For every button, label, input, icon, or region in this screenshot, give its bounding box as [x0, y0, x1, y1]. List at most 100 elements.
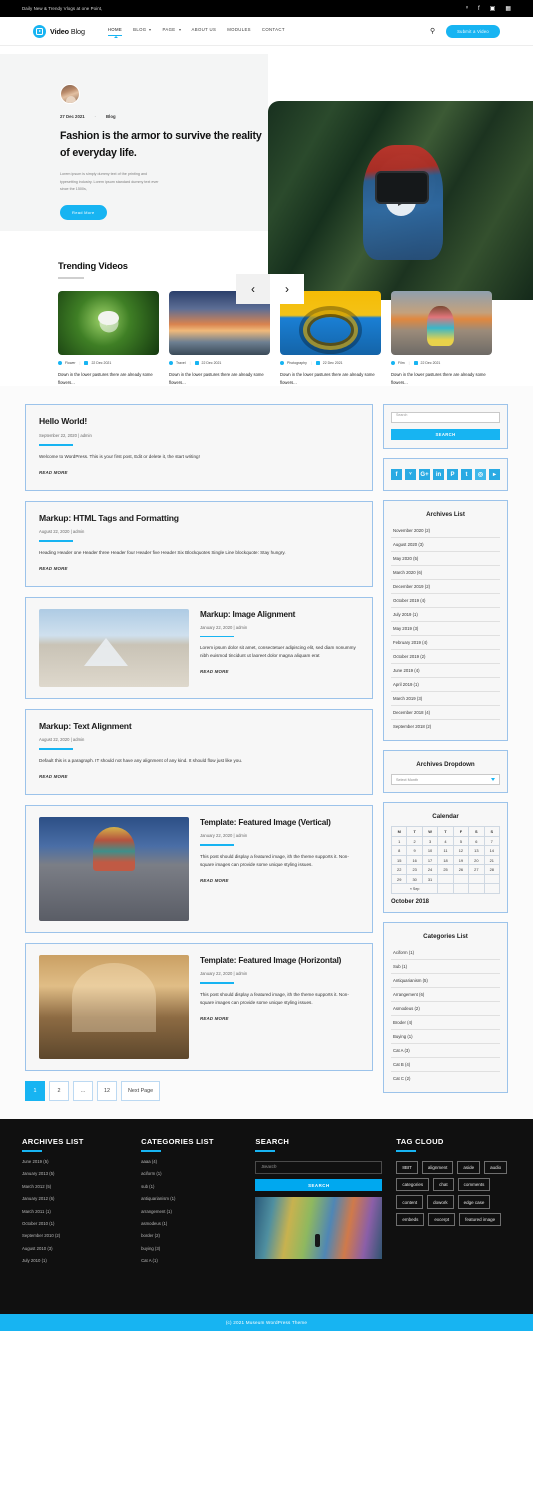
- footer-archive-item[interactable]: January 2013 (5): [22, 1171, 127, 1176]
- trending-video-card[interactable]: Flower | 22 Dec 2021 Down in the lower p…: [58, 290, 159, 387]
- calendar-day[interactable]: 26: [452, 864, 470, 875]
- hero-read-more-button[interactable]: Read More: [60, 204, 107, 220]
- calendar-day[interactable]: 30: [406, 873, 423, 885]
- sidebar-search-button[interactable]: SEARCH: [391, 429, 500, 441]
- category-item[interactable]: Sub (1): [391, 960, 500, 974]
- category-item[interactable]: Cat A (3): [391, 1044, 500, 1058]
- instagram-icon[interactable]: ▣: [490, 6, 496, 12]
- calendar-day[interactable]: 19: [452, 854, 470, 866]
- post-card[interactable]: Hello World! September 22, 2020 | admin …: [25, 404, 373, 491]
- category-item[interactable]: Aciform (1): [391, 946, 500, 960]
- archive-item[interactable]: April 2019 (1): [391, 678, 500, 693]
- tag-item[interactable]: dowork: [427, 1195, 454, 1209]
- linkedin-icon[interactable]: in: [433, 469, 444, 481]
- facebook-icon[interactable]: f: [391, 469, 402, 481]
- page-ellipsis[interactable]: ...: [73, 1080, 93, 1101]
- footer-archive-item[interactable]: January 2012 (6): [22, 1196, 127, 1201]
- calendar-prev-month-link[interactable]: « Sep: [390, 883, 439, 894]
- category-item[interactable]: Antiquarianism (5): [391, 974, 500, 988]
- archive-item[interactable]: February 2019 (4): [391, 636, 500, 651]
- post-featured-image[interactable]: [39, 608, 189, 687]
- calendar-day[interactable]: 7: [483, 835, 501, 847]
- carousel-prev-icon[interactable]: ‹: [236, 274, 270, 304]
- footer-search-button[interactable]: SEARCH: [255, 1179, 383, 1192]
- footer-category-item[interactable]: buying (3): [141, 1246, 241, 1251]
- archive-item[interactable]: May 2020 (5): [391, 552, 500, 567]
- nav-item-page[interactable]: PAGE: [162, 27, 181, 35]
- calendar-day[interactable]: 17: [421, 854, 439, 866]
- twitter-icon[interactable]: ᵛ: [466, 6, 468, 12]
- tag-item[interactable]: aside: [457, 1160, 481, 1174]
- category-item[interactable]: Broder (4): [391, 1016, 500, 1030]
- calendar-day[interactable]: 4: [437, 835, 454, 847]
- archive-item[interactable]: May 2019 (3): [391, 622, 500, 637]
- twitter-icon[interactable]: ᵛ: [405, 469, 416, 481]
- post-card[interactable]: Markup: Image Alignment January 22, 2020…: [25, 596, 373, 699]
- calendar-day[interactable]: 21: [483, 854, 501, 866]
- nav-item-home[interactable]: HOME: [107, 27, 123, 39]
- read-more-link[interactable]: READ MORE: [200, 878, 229, 883]
- footer-archive-item[interactable]: March 2011 (1): [22, 1209, 127, 1214]
- site-logo[interactable]: Video Blog: [33, 24, 85, 38]
- calendar-day[interactable]: 6: [468, 835, 485, 847]
- calendar-day[interactable]: 27: [468, 864, 485, 875]
- nav-item-blog[interactable]: BLOG: [133, 27, 152, 35]
- footer-archive-item[interactable]: July 2010 (1): [22, 1258, 127, 1263]
- read-more-link[interactable]: READ MORE: [200, 669, 229, 674]
- calendar-day[interactable]: 10: [421, 845, 439, 856]
- category-item[interactable]: Buying (1): [391, 1030, 500, 1044]
- submit-video-button[interactable]: Submit a Video: [446, 24, 500, 38]
- calendar-day[interactable]: 22: [390, 864, 408, 875]
- tag-item[interactable]: alignment: [421, 1160, 454, 1174]
- footer-category-item[interactable]: sub (1): [141, 1184, 241, 1189]
- calendar-day[interactable]: 23: [406, 864, 423, 875]
- archive-item[interactable]: October 2019 (2): [391, 650, 500, 665]
- category-item[interactable]: Cat B (4): [391, 1058, 500, 1072]
- archives-month-select[interactable]: Select Month: [391, 774, 500, 786]
- nav-item-about-us[interactable]: ABOUT US: [192, 27, 217, 35]
- next-page-button[interactable]: Next Page: [121, 1080, 161, 1101]
- footer-category-item[interactable]: arrangement (1): [141, 1209, 241, 1214]
- footer-archive-item[interactable]: August 2010 (3): [22, 1246, 127, 1251]
- tag-item[interactable]: categories: [396, 1177, 430, 1192]
- footer-category-item[interactable]: antiquarianism (1): [141, 1196, 241, 1201]
- footer-category-item[interactable]: asmodeus (1): [141, 1221, 241, 1226]
- tag-item[interactable]: content: [396, 1195, 424, 1209]
- linkedin-icon[interactable]: ▦: [505, 6, 511, 12]
- tag-item[interactable]: edge case: [457, 1195, 491, 1209]
- footer-archive-item[interactable]: September 2010 (2): [22, 1233, 127, 1238]
- calendar-day[interactable]: 9: [406, 845, 423, 856]
- read-more-link[interactable]: READ MORE: [200, 1016, 229, 1021]
- calendar-day[interactable]: 14: [483, 845, 501, 856]
- archive-item[interactable]: September 2018 (2): [391, 720, 500, 733]
- google-plus-icon[interactable]: G+: [419, 469, 430, 481]
- archive-item[interactable]: October 2019 (4): [391, 594, 500, 609]
- trending-video-card[interactable]: Travel | 22 Dec 2021 Down in the lower p…: [169, 290, 270, 387]
- pinterest-icon[interactable]: P: [447, 469, 458, 481]
- calendar-day[interactable]: 2: [406, 835, 423, 847]
- tag-item[interactable]: embeds: [396, 1212, 425, 1227]
- tag-item[interactable]: 8BIT: [396, 1160, 418, 1174]
- calendar-day[interactable]: 8: [390, 845, 408, 856]
- calendar-day[interactable]: 13: [468, 845, 485, 856]
- tumblr-icon[interactable]: t: [461, 469, 472, 481]
- hero-play-button[interactable]: [385, 185, 416, 216]
- carousel-next-icon[interactable]: ›: [270, 274, 304, 304]
- calendar-day[interactable]: 31: [421, 873, 439, 885]
- post-card[interactable]: Markup: Text Alignment August 22, 2020 |…: [25, 708, 373, 795]
- footer-archive-item[interactable]: October 2010 (1): [22, 1221, 127, 1226]
- category-item[interactable]: Cat C (2): [391, 1072, 500, 1085]
- calendar-day[interactable]: 16: [406, 854, 423, 866]
- trending-video-card[interactable]: Photography | 22 Dec 2021 Down in the lo…: [280, 290, 381, 387]
- page-button-1[interactable]: 1: [25, 1080, 45, 1101]
- trending-video-card[interactable]: Film | 22 Dec 2021 Down in the lower pas…: [391, 290, 492, 387]
- archive-item[interactable]: June 2019 (4): [391, 664, 500, 679]
- instagram-icon[interactable]: ◎: [475, 469, 486, 481]
- read-more-link[interactable]: READ MORE: [39, 470, 68, 475]
- tag-item[interactable]: excerpt: [428, 1212, 456, 1227]
- archive-item[interactable]: November 2020 (2): [391, 524, 500, 539]
- footer-category-item[interactable]: aciform (1): [141, 1171, 241, 1176]
- read-more-link[interactable]: READ MORE: [39, 774, 68, 779]
- archive-item[interactable]: August 2020 (3): [391, 538, 500, 553]
- category-item[interactable]: Arrangement (6): [391, 988, 500, 1002]
